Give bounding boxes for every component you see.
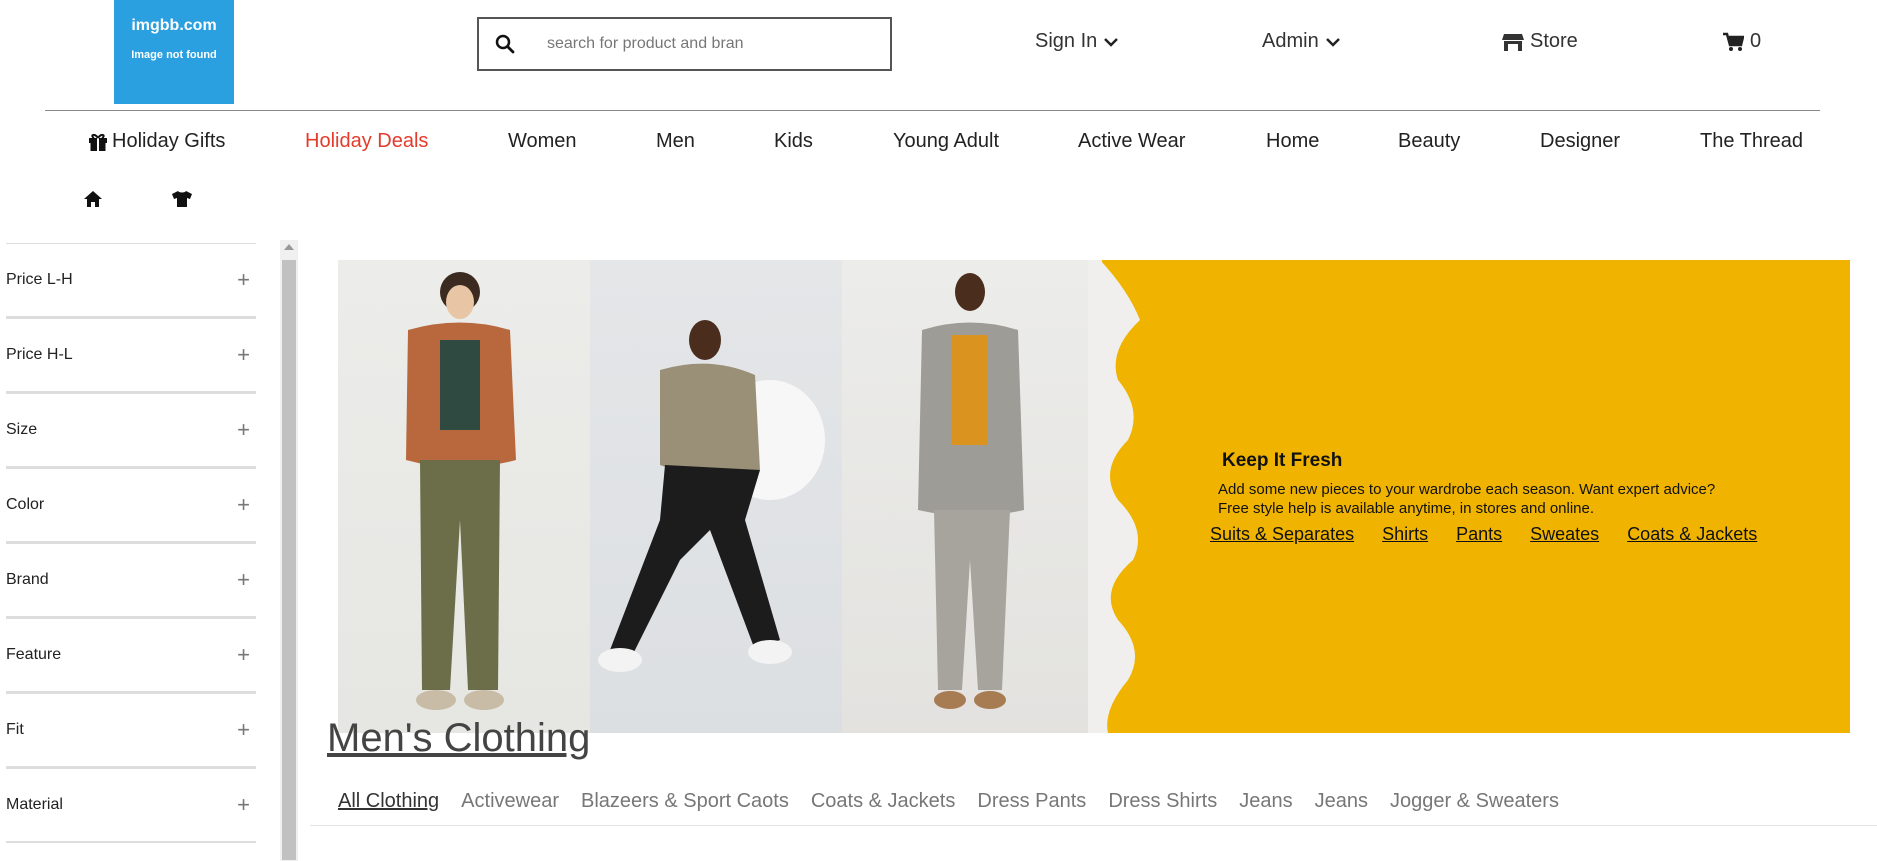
banner-link-pants[interactable]: Pants [1456, 524, 1502, 545]
gift-icon [89, 133, 107, 151]
page-title[interactable]: Men's Clothing [327, 716, 590, 761]
chevron-down-icon [1104, 37, 1119, 47]
filter-material[interactable]: Material + [6, 768, 256, 843]
logo-text: imgbb.com [131, 17, 217, 34]
filter-feature[interactable]: Feature + [6, 618, 256, 693]
cart-count: 0 [1750, 30, 1762, 52]
store-icon [1502, 33, 1524, 51]
plus-icon[interactable]: + [237, 342, 250, 368]
banner-text-line2: Free style help is available anytime, in… [1218, 500, 1595, 517]
tab-all-clothing[interactable]: All Clothing [338, 790, 439, 813]
filter-price-high-low[interactable]: Price H-L + [6, 318, 256, 393]
filter-label: Material [6, 796, 63, 813]
nav-home[interactable]: Home [1266, 130, 1319, 153]
nav-men[interactable]: Men [656, 130, 695, 153]
store-label: Store [1530, 30, 1578, 52]
cart-icon [1723, 32, 1744, 51]
nav-holiday-deals[interactable]: Holiday Deals [305, 130, 428, 153]
nav-designer[interactable]: Designer [1540, 130, 1620, 153]
filter-label: Size [6, 421, 38, 438]
plus-icon[interactable]: + [237, 417, 250, 443]
filter-sidebar: Price L-H + Price H-L + Size + Color + Brand… [6, 243, 256, 843]
banner-link-coats[interactable]: Coats & Jackets [1627, 524, 1757, 545]
banner-link-shirts[interactable]: Shirts [1382, 524, 1428, 545]
banner-photo-model-1 [338, 260, 590, 733]
search-icon[interactable] [479, 34, 531, 54]
tab-activewear[interactable]: Activewear [461, 790, 559, 813]
filter-label: Price H-L [6, 346, 73, 363]
filter-color[interactable]: Color + [6, 468, 256, 543]
nav-young-adult[interactable]: Young Adult [893, 130, 999, 153]
banner-title: Keep It Fresh [1222, 450, 1343, 471]
scrollbar-thumb[interactable] [282, 260, 296, 860]
cart-link[interactable]: 0 [1722, 30, 1761, 53]
store-link[interactable]: Store [1502, 30, 1578, 53]
plus-icon[interactable]: + [237, 642, 250, 668]
home-icon[interactable] [83, 190, 103, 213]
banner-link-suits[interactable]: Suits & Separates [1210, 524, 1354, 545]
filter-label: Feature [6, 646, 62, 663]
filter-label: Price L-H [6, 271, 73, 288]
sidebar-scrollbar[interactable] [280, 240, 298, 861]
banner-photo-model-3 [842, 260, 1102, 733]
nav-active-wear[interactable]: Active Wear [1078, 130, 1185, 153]
tab-dress-pants[interactable]: Dress Pants [977, 790, 1086, 813]
tab-jeans[interactable]: Jeans [1239, 790, 1292, 813]
category-tabs: All Clothing Activewear Blazeers & Sport… [338, 790, 1559, 813]
banner-promo: Keep It Fresh Add some new pieces to you… [1210, 450, 1818, 545]
tab-jogger-sweaters[interactable]: Jogger & Sweaters [1390, 790, 1559, 813]
plus-icon[interactable]: + [237, 792, 250, 818]
tab-jeans-2[interactable]: Jeans [1315, 790, 1368, 813]
nav-holiday-gifts[interactable]: Holiday Gifts [88, 130, 225, 153]
nav-label: Holiday Gifts [112, 130, 226, 152]
search-input[interactable] [531, 34, 851, 54]
sign-in-menu[interactable]: Sign In [1035, 30, 1119, 53]
header-divider [45, 110, 1820, 111]
banner-text-line1: Add some new pieces to your wardrobe eac… [1218, 481, 1716, 498]
banner-wavy-edge [1088, 260, 1140, 733]
banner-link-sweaters[interactable]: Sweates [1530, 524, 1599, 545]
tshirt-icon[interactable] [171, 190, 193, 213]
filter-label: Fit [6, 721, 24, 738]
hero-banner: Keep It Fresh Add some new pieces to you… [338, 260, 1850, 733]
banner-photo-model-2 [590, 260, 842, 733]
tab-blazers[interactable]: Blazeers & Sport Caots [581, 790, 789, 813]
search-box [477, 17, 892, 71]
admin-menu[interactable]: Admin [1262, 30, 1341, 53]
nav-beauty[interactable]: Beauty [1398, 130, 1460, 153]
scroll-up-arrow-icon[interactable] [284, 244, 294, 250]
filter-brand[interactable]: Brand + [6, 543, 256, 618]
admin-label: Admin [1262, 30, 1319, 52]
banner-links: Suits & Separates Shirts Pants Sweates C… [1210, 524, 1818, 545]
logo-subtext: Image not found [131, 49, 217, 61]
sign-in-label: Sign In [1035, 30, 1098, 52]
nav-kids[interactable]: Kids [774, 130, 813, 153]
filter-price-low-high[interactable]: Price L-H + [6, 243, 256, 318]
filter-label: Color [6, 496, 45, 513]
chevron-down-icon [1325, 37, 1340, 47]
main-nav: Holiday Gifts Holiday Deals Women Men Ki… [0, 130, 1877, 156]
plus-icon[interactable]: + [237, 267, 250, 293]
filter-size[interactable]: Size + [6, 393, 256, 468]
category-divider [310, 825, 1877, 826]
tab-dress-shirts[interactable]: Dress Shirts [1108, 790, 1217, 813]
filter-label: Brand [6, 571, 49, 588]
nav-the-thread[interactable]: The Thread [1700, 130, 1803, 153]
site-logo[interactable]: imgbb.com Image not found [114, 0, 234, 104]
plus-icon[interactable]: + [237, 567, 250, 593]
nav-women[interactable]: Women [508, 130, 577, 153]
filter-fit[interactable]: Fit + [6, 693, 256, 768]
plus-icon[interactable]: + [237, 492, 250, 518]
plus-icon[interactable]: + [237, 717, 250, 743]
tab-coats-jackets[interactable]: Coats & Jackets [811, 790, 956, 813]
